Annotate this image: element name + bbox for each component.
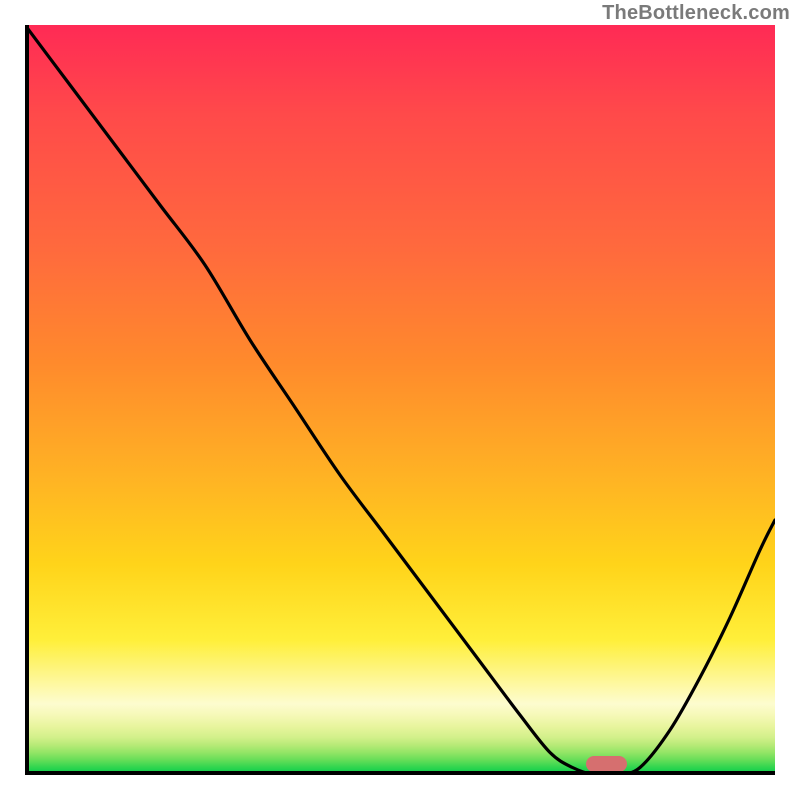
chart-container: TheBottleneck.com [0, 0, 800, 800]
watermark-text: TheBottleneck.com [602, 2, 790, 25]
plot-area [25, 25, 775, 775]
gradient-background [25, 25, 775, 775]
